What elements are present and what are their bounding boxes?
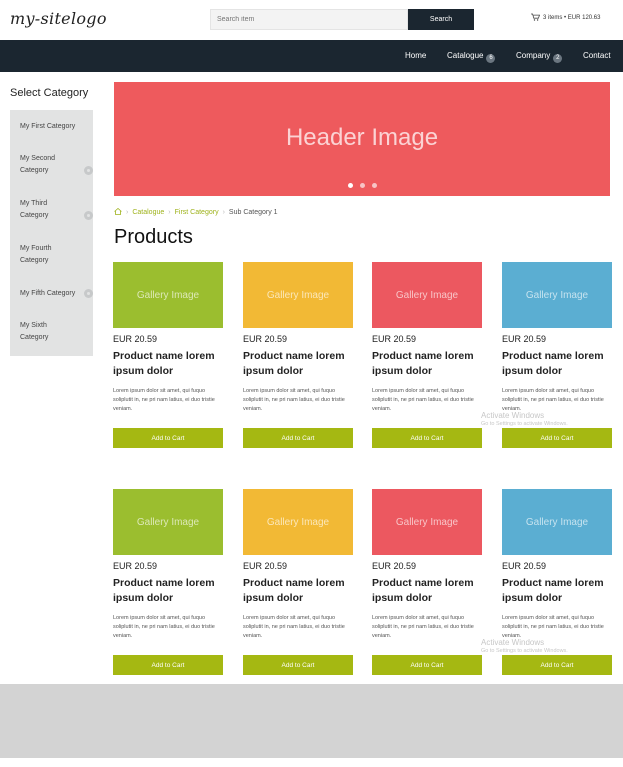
breadcrumb-current: Sub Category 1 bbox=[228, 209, 278, 216]
nav-badge: 2 bbox=[553, 54, 563, 63]
gallery-image-label: Gallery Image bbox=[395, 290, 459, 301]
sidebar-item-second[interactable]: My Second Category bbox=[20, 153, 76, 177]
sidebar-item-fourth[interactable]: My Fourth Category bbox=[20, 243, 76, 267]
product-description: Lorem ipsum dolor sit amet, qui fuquo so… bbox=[372, 615, 474, 639]
watermark-subtitle: Go to Settings to activate Windows. bbox=[481, 421, 568, 427]
add-to-cart-button[interactable]: Add to Cart bbox=[372, 428, 482, 448]
category-sidebar: My First Category My Second Category My … bbox=[10, 110, 93, 356]
header-image-carousel[interactable]: Header Image bbox=[114, 82, 610, 196]
home-icon[interactable] bbox=[114, 208, 122, 215]
add-to-cart-button[interactable]: Add to Cart bbox=[372, 655, 482, 675]
product-price: EUR 20.59 bbox=[113, 561, 158, 571]
nav-label: Contact bbox=[583, 51, 611, 60]
product-price: EUR 20.59 bbox=[502, 334, 547, 344]
product-image[interactable]: Gallery Image bbox=[113, 489, 223, 555]
product-image[interactable]: Gallery Image bbox=[502, 489, 612, 555]
add-to-cart-button[interactable]: Add to Cart bbox=[243, 428, 353, 448]
carousel-dot[interactable] bbox=[348, 183, 353, 188]
nav-item-catalogue[interactable]: Catalogue 6 bbox=[447, 51, 496, 63]
product-price: EUR 20.59 bbox=[113, 334, 158, 344]
cart-icon bbox=[531, 13, 541, 21]
product-image[interactable]: Gallery Image bbox=[502, 262, 612, 328]
watermark-title: Activate Windows bbox=[481, 411, 545, 420]
watermark-subtitle: Go to Settings to activate Windows. bbox=[481, 648, 568, 654]
search-input[interactable] bbox=[210, 9, 408, 30]
add-to-cart-button[interactable]: Add to Cart bbox=[243, 655, 353, 675]
product-description: Lorem ipsum dolor sit amet, qui fuquo so… bbox=[372, 388, 474, 412]
page-title: Products bbox=[114, 226, 193, 248]
gallery-image-label: Gallery Image bbox=[266, 517, 330, 528]
add-to-cart-button[interactable]: Add to Cart bbox=[502, 655, 612, 675]
product-name[interactable]: Product name lorem ipsum dolor bbox=[502, 349, 614, 379]
nav-label: Company bbox=[516, 51, 551, 60]
activation-watermark: Activate Windows Go to Settings to activ… bbox=[481, 411, 568, 429]
expand-circle-icon[interactable] bbox=[84, 211, 93, 220]
product-name[interactable]: Product name lorem ipsum dolor bbox=[243, 576, 355, 606]
watermark-title: Activate Windows bbox=[481, 638, 545, 647]
product-description: Lorem ipsum dolor sit amet, qui fuquo so… bbox=[243, 388, 345, 412]
expand-circle-icon[interactable] bbox=[84, 166, 93, 175]
sidebar-item-sixth[interactable]: My Sixth Category bbox=[20, 320, 76, 344]
nav-item-home[interactable]: Home bbox=[405, 51, 426, 60]
breadcrumb-catalogue[interactable]: Catalogue bbox=[132, 209, 164, 216]
gallery-image-label: Gallery Image bbox=[136, 290, 200, 301]
product-description: Lorem ipsum dolor sit amet, qui fuquo so… bbox=[113, 615, 215, 639]
carousel-dot[interactable] bbox=[360, 183, 365, 188]
product-name[interactable]: Product name lorem ipsum dolor bbox=[372, 576, 484, 606]
breadcrumb: › Catalogue › First Category › Sub Category 1 bbox=[114, 208, 278, 216]
product-description: Lorem ipsum dolor sit amet, qui fuquo so… bbox=[502, 615, 604, 639]
product-image[interactable]: Gallery Image bbox=[243, 262, 353, 328]
nav-item-contact[interactable]: Contact bbox=[583, 51, 611, 60]
sidebar-item-third[interactable]: My Third Category bbox=[20, 198, 76, 222]
product-price: EUR 20.59 bbox=[243, 334, 288, 344]
product-description: Lorem ipsum dolor sit amet, qui fuquo so… bbox=[243, 615, 345, 639]
nav-label: Catalogue bbox=[447, 51, 484, 60]
product-price: EUR 20.59 bbox=[243, 561, 288, 571]
cart-summary[interactable]: 3 items • EUR 120.63 bbox=[531, 13, 600, 21]
nav-badge: 6 bbox=[486, 54, 496, 63]
cart-text: 3 items • EUR 120.63 bbox=[543, 15, 601, 21]
product-name[interactable]: Product name lorem ipsum dolor bbox=[502, 576, 614, 606]
gallery-image-label: Gallery Image bbox=[266, 290, 330, 301]
product-name[interactable]: Product name lorem ipsum dolor bbox=[113, 576, 225, 606]
product-price: EUR 20.59 bbox=[372, 334, 417, 344]
gallery-image-label: Gallery Image bbox=[525, 290, 589, 301]
gallery-image-label: Gallery Image bbox=[525, 517, 589, 528]
expand-circle-icon[interactable] bbox=[84, 289, 93, 298]
product-price: EUR 20.59 bbox=[502, 561, 547, 571]
product-name[interactable]: Product name lorem ipsum dolor bbox=[372, 349, 484, 379]
product-description: Lorem ipsum dolor sit amet, qui fuquo so… bbox=[502, 388, 604, 412]
gallery-image-label: Gallery Image bbox=[136, 517, 200, 528]
breadcrumb-separator: › bbox=[168, 209, 171, 216]
sidebar-title: Select Category bbox=[10, 87, 89, 99]
breadcrumb-separator: › bbox=[126, 209, 129, 216]
product-image[interactable]: Gallery Image bbox=[372, 262, 482, 328]
add-to-cart-button[interactable]: Add to Cart bbox=[502, 428, 612, 448]
main-nav: Home Catalogue 6 Company 2 Contact bbox=[0, 40, 623, 72]
carousel-dot[interactable] bbox=[372, 183, 377, 188]
product-name[interactable]: Product name lorem ipsum dolor bbox=[113, 349, 225, 379]
product-image[interactable]: Gallery Image bbox=[243, 489, 353, 555]
search-button[interactable]: Search bbox=[408, 9, 474, 30]
product-description: Lorem ipsum dolor sit amet, qui fuquo so… bbox=[113, 388, 215, 412]
header-image-text: Header Image bbox=[285, 124, 439, 151]
breadcrumb-first-category[interactable]: First Category bbox=[175, 209, 219, 216]
add-to-cart-button[interactable]: Add to Cart bbox=[113, 428, 223, 448]
nav-item-company[interactable]: Company 2 bbox=[516, 51, 563, 63]
footer-placeholder bbox=[0, 684, 623, 758]
top-bar: my-sitelogo Search 3 items • EUR 120.63 bbox=[0, 0, 623, 40]
product-image[interactable]: Gallery Image bbox=[372, 489, 482, 555]
nav-label: Home bbox=[405, 51, 427, 60]
site-logo[interactable]: my-sitelogo bbox=[10, 9, 107, 28]
product-price: EUR 20.59 bbox=[372, 561, 417, 571]
sidebar-item-first[interactable]: My First Category bbox=[20, 121, 75, 133]
gallery-image-label: Gallery Image bbox=[395, 517, 459, 528]
sidebar-item-fifth[interactable]: My Fifth Category bbox=[20, 288, 75, 300]
product-name[interactable]: Product name lorem ipsum dolor bbox=[243, 349, 355, 379]
activation-watermark: Activate Windows Go to Settings to activ… bbox=[481, 638, 568, 656]
breadcrumb-separator: › bbox=[222, 209, 225, 216]
product-image[interactable]: Gallery Image bbox=[113, 262, 223, 328]
add-to-cart-button[interactable]: Add to Cart bbox=[113, 655, 223, 675]
